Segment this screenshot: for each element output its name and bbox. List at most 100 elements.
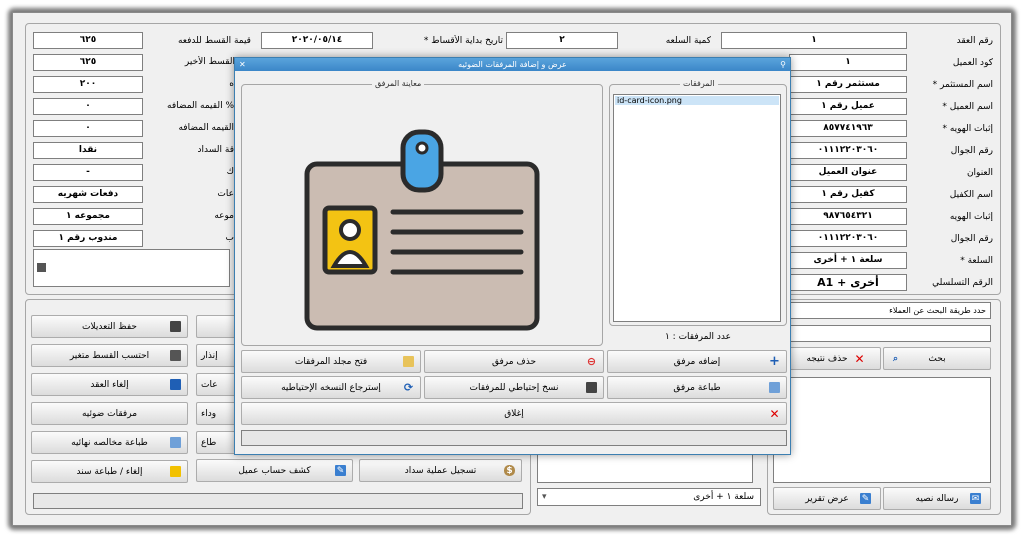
field-investor-name[interactable]: مستثمر رقم ١ bbox=[789, 76, 907, 93]
plus-icon: + bbox=[769, 354, 780, 369]
search-results-list[interactable] bbox=[773, 377, 991, 483]
partial-button[interactable]: وداء bbox=[196, 402, 236, 425]
left-field[interactable]: ٦٢٥ bbox=[33, 54, 143, 71]
left-field[interactable]: - bbox=[33, 164, 143, 181]
left-label: عات bbox=[217, 189, 234, 199]
warning-icon bbox=[170, 379, 181, 390]
field-goods[interactable]: سلعة ١ + أخرى bbox=[789, 252, 907, 269]
printer-icon bbox=[170, 437, 181, 448]
left-label: ب bbox=[225, 233, 234, 243]
close-icon[interactable]: ✕ bbox=[239, 58, 246, 71]
field-id-proof[interactable]: ٨٥٧٧٤١٩٦٣ bbox=[789, 120, 907, 137]
label-contract-no: رقم العقد bbox=[956, 36, 993, 46]
field-client-name[interactable]: عميل رقم ١ bbox=[789, 98, 907, 115]
text-message-button[interactable]: رساله نصيه ✉ bbox=[883, 487, 991, 510]
client-statement-button[interactable]: كشف حساب عميل ✎ bbox=[196, 459, 353, 482]
search-input[interactable] bbox=[773, 325, 991, 342]
partial-button-label: طاع bbox=[201, 437, 217, 448]
partial-button[interactable]: عات bbox=[196, 373, 236, 396]
partial-button-label: إنذار bbox=[201, 350, 218, 361]
partial-button[interactable]: طاع bbox=[196, 431, 236, 454]
printer-icon bbox=[769, 382, 780, 393]
left-field[interactable]: ٠ bbox=[33, 98, 143, 115]
left-label: ك bbox=[226, 167, 234, 177]
left-label: ه bbox=[229, 79, 234, 89]
action-button[interactable]: مرفقات ضوئيه bbox=[31, 402, 188, 425]
left-field[interactable]: نقدا bbox=[33, 142, 143, 159]
label-client-code: كود العميل bbox=[952, 58, 993, 68]
close-icon: ✕ bbox=[769, 406, 780, 421]
partial-button-label: وداء bbox=[201, 408, 217, 419]
left-field[interactable]: مندوب رقم ١ bbox=[33, 230, 143, 247]
partial-button-label: عات bbox=[201, 379, 218, 390]
notes-box[interactable] bbox=[33, 249, 230, 287]
field-guarantor-name[interactable]: كفيل رقم ١ bbox=[789, 186, 907, 203]
save-icon bbox=[170, 321, 181, 332]
print-attachment-button[interactable]: طباعة مرفق bbox=[607, 376, 787, 399]
message-icon: ✉ bbox=[970, 493, 981, 504]
preview-title: معاينة المرفق bbox=[372, 79, 425, 88]
close-icon: ✕ bbox=[854, 351, 865, 366]
partial-button[interactable]: إنذار bbox=[196, 344, 236, 367]
goods-combo[interactable]: سلعة ١ + أخرى ▾ bbox=[537, 488, 761, 506]
record-payment-label: تسجيل عملية سداد bbox=[404, 465, 477, 476]
action-button[interactable]: احتسب القسط متغير bbox=[31, 344, 188, 367]
last-installment-label: القسط الأخير bbox=[184, 57, 235, 67]
close-dialog-label: إغلاق bbox=[504, 408, 524, 419]
date-field[interactable]: ٢٠٢٠/٠٥/١٤ bbox=[261, 32, 373, 49]
search-button[interactable]: بحث ⌕ bbox=[883, 347, 991, 370]
action-button[interactable]: إلغاء العقد bbox=[31, 373, 188, 396]
field-mobile[interactable]: ٠١١١٢٢٠٣٠٦٠ bbox=[789, 142, 907, 159]
open-folder-button[interactable]: فتح مجلد المرفقات bbox=[241, 350, 421, 373]
close-dialog-button[interactable]: إغلاق ✕ bbox=[241, 402, 787, 425]
id-card-icon bbox=[304, 129, 540, 331]
report-icon: ✎ bbox=[860, 493, 871, 504]
field-client-code[interactable]: ١ bbox=[789, 54, 907, 71]
restore-backup-button[interactable]: إسترجاع النسخه الإحتياطيه ⟳ bbox=[241, 376, 421, 399]
progress-bar bbox=[241, 430, 787, 446]
left-field[interactable]: ٢٠٠ bbox=[33, 76, 143, 93]
money-bag-icon: $ bbox=[504, 465, 515, 476]
field-guarantor-id[interactable]: ٩٨٧٦٥٤٣٢١ bbox=[789, 208, 907, 225]
attachments-title: المرفقات bbox=[680, 79, 718, 88]
search-method-label: حدد طريقة البحث عن العملاء bbox=[889, 306, 986, 315]
left-label: موعه bbox=[214, 211, 234, 221]
attachments-dialog: عرض و إضافة المرفقات الضوئيه ✕ ⚲ معاينة … bbox=[234, 57, 791, 455]
list-item[interactable]: id-card-icon.png bbox=[615, 96, 779, 105]
search-method-combo[interactable]: حدد طريقة البحث عن العملاء bbox=[773, 302, 991, 319]
action-button-label: حفظ التعديلات bbox=[82, 321, 137, 332]
record-payment-button[interactable]: تسجيل عملية سداد $ bbox=[359, 459, 522, 482]
save-icon bbox=[37, 263, 46, 272]
left-field[interactable]: دفعات شهريه bbox=[33, 186, 143, 203]
label-serial: الرقم التسلسلي bbox=[932, 278, 993, 288]
add-attachment-button[interactable]: إضافه مرفق + bbox=[607, 350, 787, 373]
restore-backup-label: إسترجاع النسخه الإحتياطيه bbox=[281, 382, 381, 393]
start-date-field[interactable]: ٢ bbox=[506, 32, 618, 49]
field-guarantor-mobile[interactable]: ٠١١١٢٢٠٣٠٦٠ bbox=[789, 230, 907, 247]
field-address[interactable]: عنوان العميل bbox=[789, 164, 907, 181]
left-field[interactable]: ٠ bbox=[33, 120, 143, 137]
goods-list[interactable] bbox=[537, 453, 753, 483]
action-button-label: طباعة مخالصه نهائيه bbox=[71, 437, 148, 448]
left-field[interactable]: ٦٢٥ bbox=[33, 32, 143, 49]
left-field[interactable]: مجموعه ١ bbox=[33, 208, 143, 225]
client-statement-label: كشف حساب عميل bbox=[238, 465, 311, 476]
add-attachment-label: إضافه مرفق bbox=[673, 356, 721, 367]
search-icon: ⌕ bbox=[892, 353, 899, 364]
attachments-list[interactable]: id-card-icon.png bbox=[613, 94, 781, 322]
action-button[interactable]: إلغاء / طباعة سند bbox=[31, 460, 188, 483]
partial-button[interactable] bbox=[196, 315, 236, 338]
status-bar bbox=[33, 493, 523, 509]
goods-qty-field[interactable]: ١ bbox=[721, 32, 907, 49]
delete-attachment-button[interactable]: حذف مرفق ⊖ bbox=[424, 350, 604, 373]
backup-attachments-button[interactable]: نسخ إحتياطي للمرفقات bbox=[424, 376, 604, 399]
field-serial[interactable]: A1 + أخرى bbox=[789, 274, 907, 291]
action-button-label: مرفقات ضوئيه bbox=[81, 408, 138, 419]
show-report-button[interactable]: عرض تقرير ✎ bbox=[773, 487, 881, 510]
minus-icon: ⊖ bbox=[586, 355, 597, 368]
action-button[interactable]: حفظ التعديلات bbox=[31, 315, 188, 338]
print-attachment-label: طباعة مرفق bbox=[673, 382, 721, 393]
attachment-name: id-card-icon.png bbox=[617, 96, 682, 105]
edit-icon: ✎ bbox=[335, 465, 346, 476]
action-button[interactable]: طباعة مخالصه نهائيه bbox=[31, 431, 188, 454]
